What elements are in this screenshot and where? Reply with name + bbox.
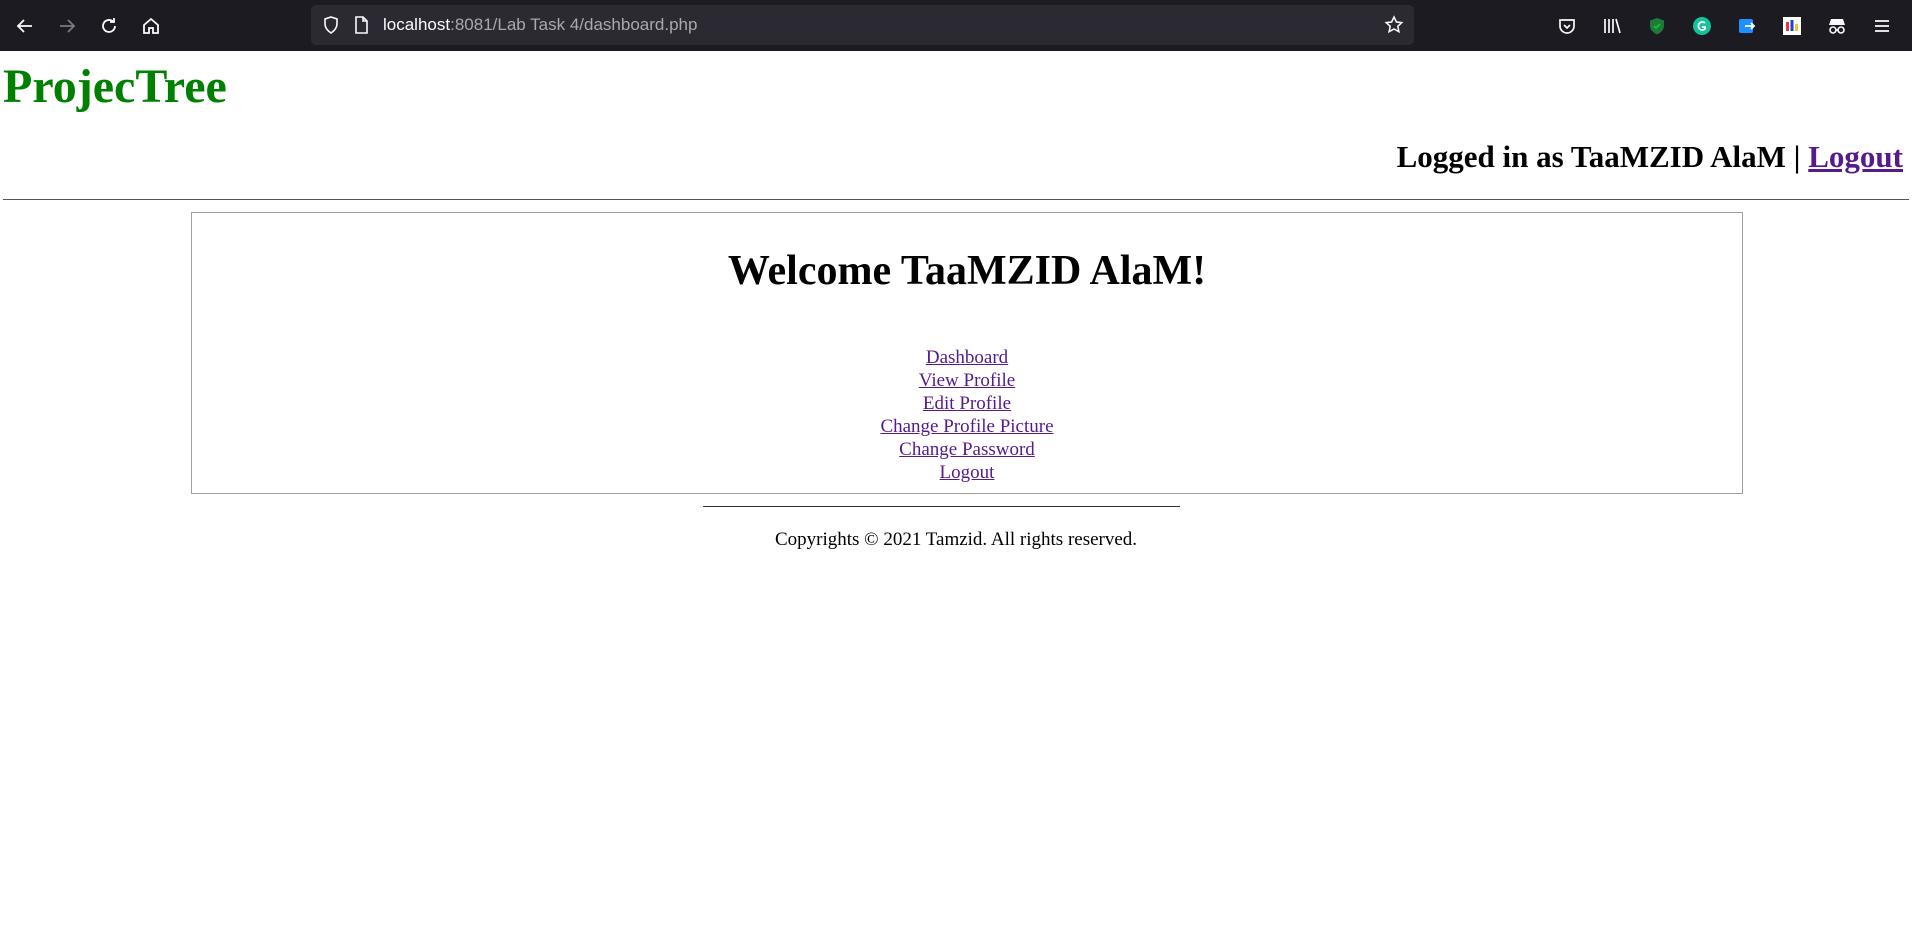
url-text[interactable]: localhost:8081/Lab Task 4/dashboard.php <box>383 15 697 35</box>
page-info-icon[interactable] <box>351 15 371 35</box>
library-icon[interactable] <box>1597 11 1627 41</box>
grammarly-icon[interactable] <box>1687 11 1717 41</box>
toolbar-extensions <box>1552 0 1912 51</box>
hamburger-menu-icon[interactable] <box>1867 11 1897 41</box>
menu-link-logout[interactable]: Logout <box>940 461 995 484</box>
footer-divider <box>703 506 1180 507</box>
site-logo: ProjecTree <box>3 60 227 113</box>
reload-button[interactable] <box>92 9 126 43</box>
logged-in-text: Logged in as TaaMZID AlaM | <box>1396 139 1809 174</box>
incognito-icon[interactable] <box>1822 11 1852 41</box>
menu-link-change-password[interactable]: Change Password <box>899 438 1035 461</box>
reload-icon <box>102 17 116 33</box>
menu-link-change-profile-picture[interactable]: Change Profile Picture <box>880 415 1053 438</box>
page-content: ProjecTree Logged in as TaaMZID AlaM | L… <box>0 51 1912 933</box>
welcome-heading: Welcome TaaMZID AlaM! <box>727 248 1207 294</box>
forward-arrow-icon <box>60 18 76 33</box>
header-logout-link[interactable]: Logout <box>1808 139 1903 174</box>
header-divider <box>3 199 1909 200</box>
user-status: Logged in as TaaMZID AlaM | Logout <box>1397 139 1903 175</box>
menu-link-edit-profile[interactable]: Edit Profile <box>923 392 1011 415</box>
color-extension-icon[interactable] <box>1777 11 1807 41</box>
copyright-text: Copyrights © 2021 Tamzid. All rights res… <box>774 529 1138 550</box>
url-host: localhost <box>383 15 451 34</box>
shield-extension-icon[interactable] <box>1642 11 1672 41</box>
back-button[interactable] <box>8 9 42 43</box>
bookmark-star-icon[interactable] <box>1384 15 1404 35</box>
dashboard-menu: Dashboard View Profile Edit Profile Chan… <box>192 346 1742 484</box>
menu-link-view-profile[interactable]: View Profile <box>919 369 1015 392</box>
forward-button[interactable] <box>50 9 84 43</box>
pocket-icon[interactable] <box>1552 11 1582 41</box>
home-button[interactable] <box>134 9 168 43</box>
dashboard-panel: Welcome TaaMZID AlaM! Dashboard View Pro… <box>191 212 1743 494</box>
home-icon <box>143 17 159 34</box>
back-arrow-icon <box>16 18 32 33</box>
share-extension-icon[interactable] <box>1732 11 1762 41</box>
tracking-shield-icon[interactable] <box>321 15 341 35</box>
browser-toolbar: localhost:8081/Lab Task 4/dashboard.php <box>0 0 1912 51</box>
url-bar[interactable]: localhost:8081/Lab Task 4/dashboard.php <box>311 5 1414 45</box>
url-path: :8081/Lab Task 4/dashboard.php <box>450 15 698 34</box>
menu-link-dashboard[interactable]: Dashboard <box>926 346 1008 369</box>
